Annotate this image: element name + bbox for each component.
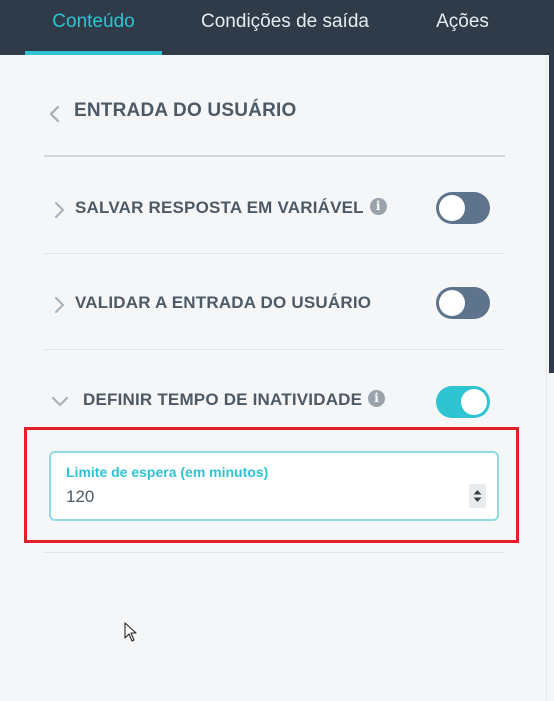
scrollbar-thumb[interactable] <box>549 55 554 373</box>
timeout-minutes-label: Limite de espera (em minutos) <box>66 464 269 480</box>
number-spinner-icon[interactable] <box>469 484 486 508</box>
option-row-tempo-inatividade[interactable]: DEFINIR TEMPO DE INATIVIDADE i <box>44 372 505 432</box>
chevron-right-icon[interactable] <box>52 295 66 315</box>
tab-conteudo[interactable]: Conteúdo <box>25 0 162 55</box>
info-icon[interactable]: i <box>368 390 386 408</box>
header-divider <box>44 155 505 157</box>
toggle-salvar-resposta[interactable] <box>436 192 490 224</box>
option-label: SALVAR RESPOSTA EM VARIÁVEL i <box>75 198 387 218</box>
option-label-text: VALIDAR A ENTRADA DO USUÁRIO <box>75 293 372 312</box>
info-icon[interactable]: i <box>369 198 387 216</box>
chevron-left-icon[interactable] <box>46 104 62 124</box>
option-label: DEFINIR TEMPO DE INATIVIDADE i <box>83 390 386 410</box>
chevron-down-icon[interactable] <box>50 394 70 408</box>
option-row-salvar-resposta[interactable]: SALVAR RESPOSTA EM VARIÁVEL i <box>44 180 505 240</box>
option-label-text: DEFINIR TEMPO DE INATIVIDADE <box>83 390 363 409</box>
toggle-knob <box>439 195 465 221</box>
tab-condicoes-de-saida[interactable]: Condições de saída <box>190 0 380 55</box>
section-header: ENTRADA DO USUÁRIO <box>44 96 505 128</box>
toggle-knob <box>439 290 465 316</box>
toggle-tempo-inatividade[interactable] <box>436 386 490 418</box>
mouse-pointer-icon <box>124 622 137 642</box>
timeout-minutes-field[interactable]: Limite de espera (em minutos) 120 <box>49 451 499 521</box>
top-tab-bar: Conteúdo Condições de saída Ações <box>0 0 554 55</box>
option-label-text: SALVAR RESPOSTA EM VARIÁVEL <box>75 198 364 217</box>
row-divider <box>44 253 505 254</box>
scrollbar-track[interactable] <box>547 55 554 701</box>
tab-acoes[interactable]: Ações <box>420 0 505 55</box>
row-divider <box>44 349 505 350</box>
toggle-knob <box>461 389 487 415</box>
timeout-minutes-input[interactable]: 120 <box>66 487 94 507</box>
row-divider <box>44 552 505 553</box>
section-title: ENTRADA DO USUÁRIO <box>74 100 297 121</box>
toggle-validar-entrada[interactable] <box>436 287 490 319</box>
active-tab-indicator <box>25 51 162 55</box>
chevron-right-icon[interactable] <box>52 200 66 220</box>
option-label: VALIDAR A ENTRADA DO USUÁRIO <box>75 293 371 313</box>
option-row-validar-entrada[interactable]: VALIDAR A ENTRADA DO USUÁRIO <box>44 275 505 335</box>
